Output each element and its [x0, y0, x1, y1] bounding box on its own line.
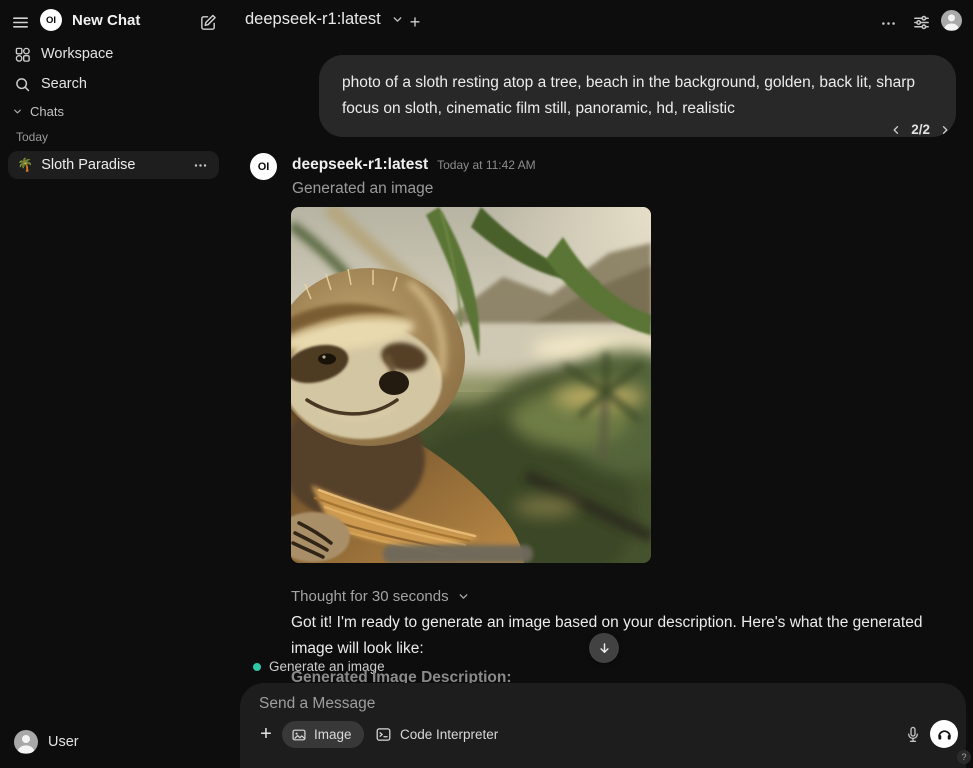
sliders-icon: [912, 13, 931, 32]
ellipsis-icon: [880, 15, 897, 32]
user-menu-button[interactable]: User: [8, 724, 219, 760]
chat-title: Sloth Paradise: [41, 157, 190, 173]
attach-button[interactable]: +: [253, 721, 279, 747]
workspace-label: Workspace: [41, 46, 113, 62]
chevron-down-icon: [457, 590, 470, 603]
headphones-icon: [936, 726, 953, 743]
terminal-icon: [375, 726, 392, 743]
chats-section-toggle[interactable]: Chats: [12, 104, 64, 119]
code-interpreter-label: Code Interpreter: [400, 727, 498, 742]
search-label: Search: [41, 76, 87, 92]
chat-item-menu-button[interactable]: [190, 155, 210, 175]
chats-section-label: Chats: [30, 104, 64, 119]
app-logo-icon: OI: [40, 9, 62, 31]
arrow-down-icon: [597, 641, 612, 656]
next-version-button[interactable]: [939, 124, 951, 136]
search-icon: [14, 76, 31, 93]
assistant-message-header: deepseek-r1:latest Today at 11:42 AM: [292, 156, 536, 174]
assistant-avatar: OI: [250, 153, 277, 180]
profile-avatar-button[interactable]: [941, 10, 962, 31]
app-window: OI New Chat Workspace Search Chats: [0, 0, 973, 768]
message-pagination: 2/2: [890, 122, 951, 137]
user-name-label: User: [48, 734, 79, 750]
chat-controls-button[interactable]: [909, 10, 933, 34]
pencil-square-icon: [199, 13, 218, 32]
new-chat-button[interactable]: OI New Chat: [40, 9, 140, 31]
user-message-bubble: photo of a sloth resting atop a tree, be…: [319, 55, 956, 137]
hamburger-icon: [11, 13, 30, 32]
chevron-down-icon: [12, 106, 23, 117]
sidebar-toggle-button[interactable]: [8, 10, 32, 34]
chat-overflow-menu-button[interactable]: [876, 11, 900, 35]
voice-call-button[interactable]: [930, 720, 958, 748]
message-input[interactable]: [257, 693, 821, 719]
chat-emoji: 🌴: [17, 157, 33, 173]
message-timestamp: Today at 11:42 AM: [437, 158, 536, 172]
code-interpreter-toggle-button[interactable]: Code Interpreter: [367, 721, 506, 748]
assistant-name-label: deepseek-r1:latest: [292, 156, 428, 174]
user-message-text: photo of a sloth resting atop a tree, be…: [342, 74, 915, 117]
workspace-icon: [14, 46, 31, 63]
image-icon: [291, 727, 307, 743]
image-button-label: Image: [314, 727, 352, 742]
new-chat-label: New Chat: [72, 12, 140, 29]
status-dot-icon: [253, 663, 261, 671]
model-name-label: deepseek-r1:latest: [245, 10, 381, 29]
chat-list-item[interactable]: 🌴 Sloth Paradise: [8, 151, 219, 179]
prev-version-button[interactable]: [890, 124, 902, 136]
pagination-count: 2/2: [911, 122, 930, 137]
user-avatar-icon: [941, 10, 962, 31]
generated-image-status: Generated an image: [292, 180, 433, 198]
today-group-label: Today: [16, 130, 48, 144]
user-avatar: [14, 730, 38, 754]
microphone-icon: [904, 725, 922, 744]
compose-new-chat-button[interactable]: [195, 9, 221, 35]
thought-toggle[interactable]: Thought for 30 seconds: [291, 588, 470, 605]
add-model-button[interactable]: +: [403, 10, 427, 34]
thought-label: Thought for 30 seconds: [291, 588, 449, 605]
chevron-down-icon: [391, 13, 404, 26]
image-toggle-button[interactable]: Image: [282, 721, 364, 748]
sidebar: OI New Chat Workspace Search Chats: [0, 0, 227, 768]
sidebar-item-search[interactable]: Search: [8, 70, 219, 98]
scroll-to-bottom-button[interactable]: [589, 633, 619, 663]
sidebar-item-workspace[interactable]: Workspace: [8, 40, 219, 68]
generated-image[interactable]: [291, 207, 651, 563]
message-composer: + Image Code Interpreter: [240, 683, 966, 768]
model-selector[interactable]: deepseek-r1:latest: [245, 10, 404, 29]
help-button[interactable]: ?: [957, 750, 971, 764]
voice-input-button[interactable]: [900, 721, 926, 747]
